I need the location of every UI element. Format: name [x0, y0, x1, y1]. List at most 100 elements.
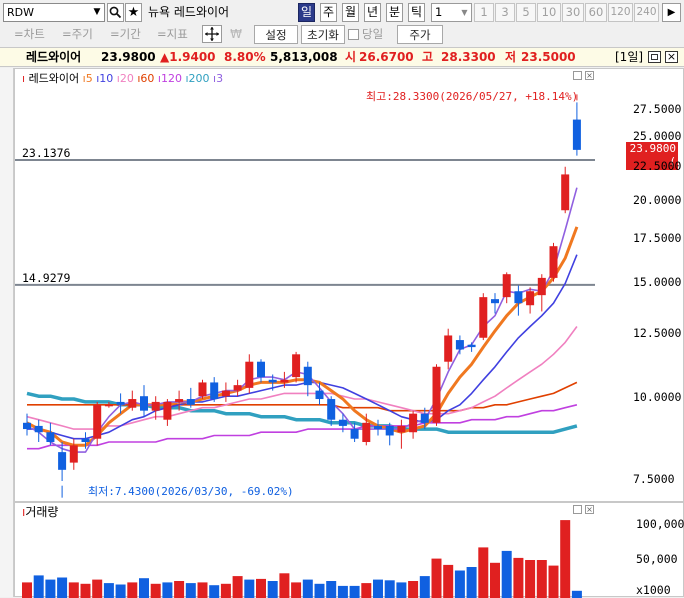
interval-5-button[interactable]: 5 [516, 3, 536, 22]
period-tick-button[interactable]: 틱 [408, 3, 425, 22]
ma-3-line [27, 188, 577, 452]
candle-body [386, 426, 394, 436]
candle-body [339, 420, 347, 426]
candle-body [433, 367, 441, 423]
candle-body [23, 423, 31, 429]
period-menu-button[interactable]: =주기 [62, 25, 93, 43]
volume-bar [560, 520, 570, 598]
candle-body [409, 414, 417, 433]
volume-bar [537, 560, 547, 598]
chart-menu-button[interactable]: =차트 [14, 25, 45, 43]
volume-bar [315, 584, 325, 598]
candle-body [468, 345, 476, 347]
volume-bar [186, 583, 196, 598]
interval-60-button[interactable]: 60 [585, 3, 607, 22]
candle-body [82, 439, 90, 442]
legend-item-120: ı120 [158, 72, 182, 85]
candle-body [503, 274, 511, 297]
candle-body [351, 429, 359, 439]
candle-body [304, 367, 312, 385]
quote-change: ▲1.9400 [160, 48, 216, 66]
volume-bar [162, 582, 172, 598]
volume-bar [244, 580, 254, 598]
symbol-dropdown-icon[interactable]: ▼ [90, 4, 104, 21]
quote-price: 23.9800 [101, 48, 156, 66]
arrow-right-icon[interactable]: ▶ [662, 3, 681, 22]
volume-bar [104, 583, 114, 598]
interval-3-button[interactable]: 3 [495, 3, 515, 22]
left-panel [0, 68, 14, 597]
ma-10-line [27, 255, 577, 439]
restore-window-icon[interactable] [648, 51, 661, 63]
indicator-menu-button[interactable]: =지표 [157, 25, 188, 43]
toolbar-row-2: =차트 =주기 =기간 =지표 ₩ 설정 초기화 당일 주가 [0, 24, 684, 45]
legend-item-20: ı20 [117, 72, 134, 85]
candle-body [175, 399, 183, 402]
candle-body [58, 452, 66, 470]
volume-close-icon[interactable]: × [585, 505, 594, 514]
ma-5-line [27, 227, 577, 445]
search-icon[interactable] [107, 3, 124, 22]
volume-maximize-icon[interactable] [573, 505, 582, 514]
won-icon[interactable]: ₩ [227, 25, 245, 43]
line2-value-label: 14.9279 [22, 271, 70, 285]
candle-body [538, 278, 546, 295]
volume-chart-panel [14, 502, 684, 597]
period-year-button[interactable]: 년 [364, 3, 381, 22]
interval-1-button[interactable]: 1 [474, 3, 494, 22]
panel-close-icon[interactable]: × [585, 71, 594, 80]
volume-bar [57, 578, 67, 598]
period-day-button[interactable]: 일 [298, 3, 315, 22]
candle-body [327, 399, 335, 420]
quote-open-label: 시 [345, 48, 356, 66]
candle-body [46, 432, 54, 442]
volume-bar [198, 582, 208, 598]
quote-bar: 레드와이어 23.9800 ▲1.9400 8.80% 5,813,008 시 … [0, 47, 684, 67]
close-window-icon[interactable]: × [665, 51, 678, 63]
toolbar-row-1: RDW ▼ ★ 뉴욕 레드와이어 일 주 월 년 분 틱 1 ▼ 1 3 5 1… [0, 0, 684, 24]
period-week-button[interactable]: 주 [320, 3, 337, 22]
interval-10-button[interactable]: 10 [537, 3, 561, 22]
volume-bar [373, 580, 383, 598]
period-minute-button[interactable]: 분 [386, 3, 403, 22]
star-icon[interactable]: ★ [125, 3, 142, 22]
interval-120-button[interactable]: 120 [608, 3, 633, 22]
interval-30-button[interactable]: 30 [562, 3, 584, 22]
candle-body [316, 391, 324, 399]
y-tick-label: 20.0000 [633, 193, 683, 207]
interval-240-button[interactable]: 240 [634, 3, 659, 22]
volume-bar [432, 559, 442, 598]
volume-bar [127, 582, 137, 598]
volume-bar [81, 584, 91, 598]
price-button[interactable]: 주가 [397, 25, 443, 44]
candle-body [573, 120, 581, 150]
candle-body [35, 426, 43, 432]
volume-bar [350, 586, 360, 598]
volume-bar [233, 576, 243, 598]
candle-body [152, 402, 160, 411]
reset-button[interactable]: 초기화 [301, 25, 345, 44]
period-month-button[interactable]: 월 [342, 3, 359, 22]
candle-body [128, 399, 136, 408]
y-tick-label: 7.5000 [633, 472, 683, 486]
volume-bar [303, 580, 313, 598]
volume-bar [221, 584, 231, 598]
panel-maximize-icon[interactable] [573, 71, 582, 80]
candle-body [491, 299, 499, 303]
candle-body [456, 340, 464, 349]
volume-bar [443, 565, 453, 598]
period-label: [1일] [615, 48, 643, 66]
today-checkbox[interactable] [348, 29, 359, 40]
legend-item-10: ı10 [96, 72, 113, 85]
range-menu-button[interactable]: =기간 [110, 25, 141, 43]
volume-y-tick-label: x1000 [636, 583, 682, 597]
current-price-value: 23.9800 [626, 142, 676, 155]
crosshair-move-icon[interactable] [202, 25, 222, 43]
interval-dropdown-icon[interactable]: ▼ [458, 4, 471, 21]
quote-low: 23.5000 [521, 48, 576, 66]
settings-button[interactable]: 설정 [254, 25, 298, 44]
ma-20-line [27, 327, 577, 430]
candle-body [234, 385, 242, 390]
quote-open: 26.6700 [359, 48, 414, 66]
min-price-annotation: 최저:7.4300(2026/03/30, -69.02%) [88, 483, 294, 499]
